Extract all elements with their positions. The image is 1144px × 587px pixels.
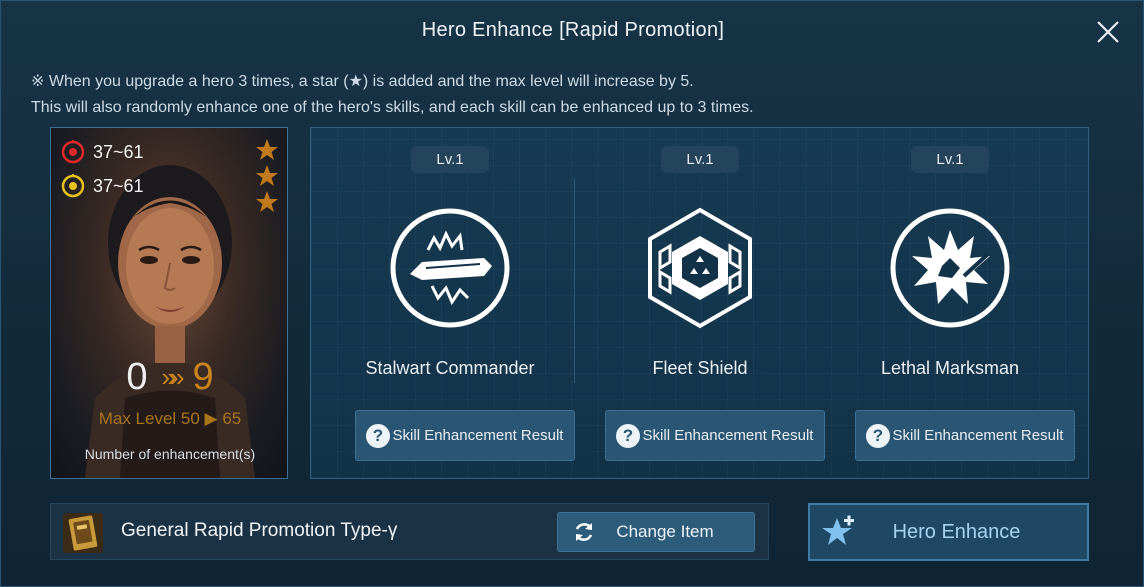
close-icon[interactable]: [1095, 19, 1121, 45]
skill-name: Fleet Shield: [652, 358, 748, 378]
item-bar: General Rapid Promotion Type-γ Change It…: [50, 503, 769, 560]
skill-enhancement-result-button[interactable]: ? Skill Enhancement Result: [855, 410, 1075, 461]
dialog-title: Hero Enhance [Rapid Promotion]: [421, 19, 725, 41]
hex-shield-icon: [648, 207, 752, 329]
skill-enhancement-result-button[interactable]: ? Skill Enhancement Result: [605, 410, 825, 461]
skill-level-badge: Lv.1: [661, 146, 739, 173]
hero-enhance-label: Hero Enhance: [892, 520, 1021, 543]
info-text: ※ When you upgrade a hero 3 times, a sta…: [31, 69, 1121, 121]
star-plus-icon: [822, 515, 854, 545]
promotion-item-icon[interactable]: [61, 511, 105, 555]
attack-icon: [61, 140, 85, 164]
info-line-2: This will also randomly enhance one of t…: [31, 99, 754, 116]
max-level-text: Max Level 50 ▶ 65: [98, 409, 242, 428]
skill-enhancement-result-button[interactable]: ? Skill Enhancement Result: [355, 410, 575, 461]
skills-panel: Lv.1 Stalwart Commander ? Skill Enhancem…: [310, 127, 1089, 479]
enhance-counter: 0 »» 9: [51, 356, 287, 399]
skill-name: Lethal Marksman: [880, 358, 1020, 378]
commander-ship-icon: [390, 208, 510, 328]
skill-button-label: Skill Enhancement Result: [392, 427, 564, 444]
enhance-current: 0: [126, 356, 148, 398]
hero-enhance-dialog: Hero Enhance [Rapid Promotion] ※ When yo…: [0, 0, 1144, 587]
defense-range: 37~61: [93, 175, 144, 196]
attack-range: 37~61: [93, 141, 144, 162]
attack-stat: 37~61: [61, 140, 144, 164]
hero-card: 37~61 37~61 0 »» 9 Max Level 50 ▶ 65 Num…: [50, 127, 288, 479]
info-line-1: ※ When you upgrade a hero 3 times, a sta…: [31, 73, 694, 90]
skill-card-1: Lv.1 Stalwart Commander ? Skill Enhancem…: [325, 128, 575, 480]
star-icon: [256, 191, 278, 212]
enhance-count-label: Number of enhancement(s): [84, 446, 256, 462]
skill-level-badge: Lv.1: [911, 146, 989, 173]
skill-name: Stalwart Commander: [365, 358, 535, 378]
help-icon: ?: [866, 423, 890, 448]
defense-stat: 37~61: [61, 174, 144, 198]
explosion-icon: [890, 208, 1010, 328]
skill-button-label: Skill Enhancement Result: [642, 427, 814, 444]
change-item-label: Change Item: [616, 522, 714, 541]
enhance-max: 9: [192, 356, 214, 398]
hero-enhance-button[interactable]: Hero Enhance: [808, 503, 1089, 561]
item-name: General Rapid Promotion Type-γ: [121, 520, 398, 541]
arrows-icon: »»: [161, 362, 185, 392]
skill-card-3: Lv.1 Lethal Marksman ? Skill Enhancement…: [825, 128, 1075, 480]
defense-icon: [61, 174, 85, 198]
skill-level-badge: Lv.1: [411, 146, 489, 173]
refresh-icon: [575, 523, 593, 541]
star-icon: [256, 139, 278, 160]
hero-stars: [255, 138, 279, 214]
star-icon: [256, 165, 278, 186]
skill-button-label: Skill Enhancement Result: [892, 427, 1064, 444]
skill-card-2: Lv.1 Fleet Shield ? Skill Enhancement Re…: [575, 128, 825, 480]
change-item-button[interactable]: Change Item: [557, 512, 755, 552]
help-icon: ?: [366, 423, 390, 448]
help-icon: ?: [616, 423, 640, 448]
